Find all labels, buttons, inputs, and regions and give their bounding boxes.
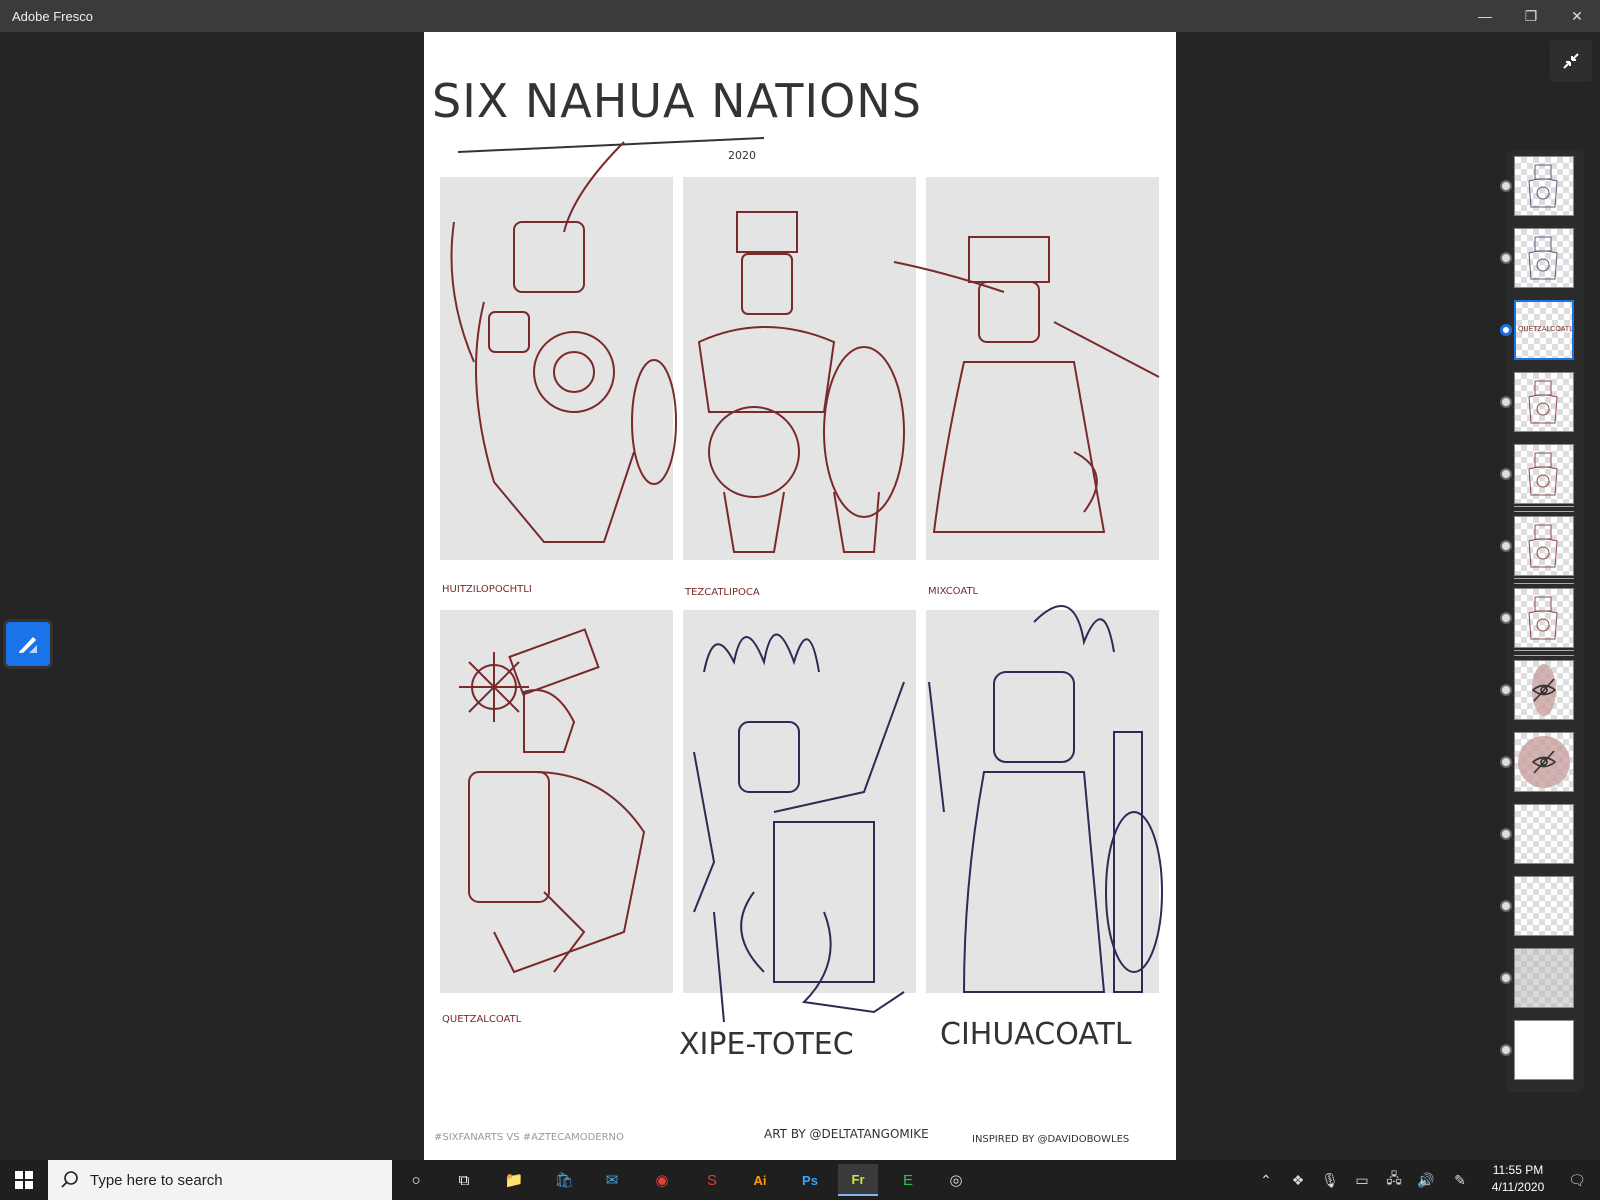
layer-thumbnail[interactable] [1514, 228, 1574, 288]
layer-thumbnail[interactable] [1514, 444, 1574, 504]
layer-thumbnail[interactable] [1514, 588, 1574, 648]
start-button[interactable] [0, 1160, 48, 1200]
layer-visibility-dot[interactable] [1500, 756, 1512, 768]
pen-icon[interactable]: ✎ [1448, 1160, 1472, 1200]
artwork-year: 2020 [728, 149, 756, 162]
layer-visibility-dot[interactable] [1500, 612, 1512, 624]
panel-bg-6 [926, 610, 1159, 993]
minimize-button[interactable]: — [1462, 0, 1508, 32]
fresco-icon[interactable]: Fr [838, 1164, 878, 1196]
footer-hashtags: #SIXFANARTS VS #AZTECAMODERNO [434, 1132, 624, 1143]
notifications-icon[interactable]: 🗨 [1560, 1160, 1594, 1200]
clock-time: 11:55 PM [1492, 1163, 1544, 1177]
app-s-icon[interactable]: S [692, 1164, 732, 1196]
illustrator-icon[interactable]: Ai [740, 1164, 780, 1196]
file-explorer-icon[interactable]: 📁 [494, 1164, 534, 1196]
footer-art-by: ART BY @DELTATANGOMIKE [764, 1127, 929, 1141]
layer-visibility-dot[interactable] [1500, 180, 1512, 192]
microphone-icon[interactable]: 🎙 [1318, 1160, 1342, 1200]
close-button[interactable]: ✕ [1554, 0, 1600, 32]
layer-visibility-dot[interactable] [1500, 540, 1512, 552]
layer-thumbnail[interactable] [1514, 660, 1574, 720]
network-icon[interactable]: 🖧 [1382, 1160, 1406, 1200]
panel-label-3: MIXCOATL [928, 586, 979, 597]
layer-thumbnail[interactable] [1514, 948, 1574, 1008]
app-title: Adobe Fresco [12, 8, 93, 24]
panel-bg-5 [683, 610, 916, 993]
layers-panel: QUETZALCOATL [1500, 150, 1584, 1092]
search-icon [61, 1171, 78, 1188]
panel-bg-2 [683, 177, 916, 560]
footer-inspired-by: INSPIRED BY @DAVIDOBOWLES [972, 1134, 1129, 1145]
layer-thumbnail[interactable] [1514, 372, 1574, 432]
layer-visibility-dot[interactable] [1500, 828, 1512, 840]
layer-thumbnail[interactable]: QUETZALCOATL [1514, 300, 1574, 360]
layer-visibility-dot[interactable] [1500, 900, 1512, 912]
tray-chevron-icon[interactable]: ⌃ [1254, 1160, 1278, 1200]
layer-group-indicator [1514, 506, 1574, 512]
clock[interactable]: 11:55 PM 4/11/2020 [1478, 1162, 1558, 1198]
volume-icon[interactable]: 🔊 [1414, 1160, 1438, 1200]
panel-label-1: HUITZILOPOCHTLI [442, 584, 532, 595]
collapse-view-button[interactable] [1550, 40, 1592, 82]
layer-thumbnail[interactable] [1514, 156, 1574, 216]
layer-visibility-dot[interactable] [1500, 468, 1512, 480]
artwork-svg: SIX NAHUA NATIONS 2020 HUITZILOPOCHTLI T… [432, 74, 1163, 1145]
search-placeholder: Type here to search [90, 1171, 223, 1189]
layer-visibility-dot[interactable] [1500, 1044, 1512, 1056]
title-bar: Adobe Fresco [0, 0, 1600, 32]
layer-thumbnail[interactable] [1514, 876, 1574, 936]
store-icon[interactable]: 🛍 [544, 1164, 584, 1196]
windows-icon [15, 1171, 33, 1189]
layer-visibility-dot[interactable] [1500, 972, 1512, 984]
layer-thumbnail[interactable] [1514, 804, 1574, 864]
clock-date: 4/11/2020 [1491, 1180, 1545, 1194]
layer-thumbnail-text: QUETZALCOATL [1518, 326, 1574, 333]
layer-thumbnail[interactable] [1514, 732, 1574, 792]
layer-visibility-dot[interactable] [1500, 252, 1512, 264]
obs-icon[interactable]: ◎ [936, 1164, 976, 1196]
mail-icon[interactable]: ✉ [592, 1164, 632, 1196]
chrome-icon[interactable]: ◉ [642, 1164, 682, 1196]
panel-label-4: QUETZALCOATL [442, 1014, 522, 1025]
brush-tool-button[interactable] [6, 622, 50, 666]
panel-bg-3 [926, 177, 1159, 560]
battery-icon[interactable]: ▭ [1350, 1160, 1374, 1200]
photoshop-icon[interactable]: Ps [790, 1164, 830, 1196]
artwork-title: SIX NAHUA NATIONS [432, 74, 922, 128]
task-view-icon[interactable]: ⧉ [444, 1164, 484, 1196]
layer-thumbnail[interactable] [1514, 516, 1574, 576]
dropbox-icon[interactable]: ❖ [1286, 1160, 1310, 1200]
layer-visibility-dot[interactable] [1500, 324, 1512, 336]
taskbar-search-box[interactable]: Type here to search [48, 1160, 392, 1200]
layer-group-indicator [1514, 578, 1574, 584]
taskbar: Type here to search ○ ⧉ 📁 🛍 ✉ ◉ S Ai Ps Fr E ◎ ⌃ ❖ … [0, 1160, 1600, 1200]
collapse-icon [1563, 53, 1579, 69]
panel-label-6: CIHUACOATL [940, 1017, 1132, 1052]
layer-thumbnail[interactable] [1514, 1020, 1574, 1080]
artwork-canvas[interactable]: SIX NAHUA NATIONS 2020 HUITZILOPOCHTLI T… [424, 32, 1176, 1160]
layer-visibility-dot[interactable] [1500, 396, 1512, 408]
layer-visibility-dot[interactable] [1500, 684, 1512, 696]
panel-bg-1 [440, 177, 673, 560]
maximize-button[interactable]: ❐ [1508, 0, 1554, 32]
layer-group-indicator [1514, 650, 1574, 656]
evernote-icon[interactable]: E [888, 1164, 928, 1196]
panel-label-5: XIPE-TOTEC [679, 1027, 854, 1062]
cortana-icon[interactable]: ○ [396, 1164, 436, 1196]
brush-icon [19, 637, 37, 653]
panel-label-2: TEZCATLIPOCA [684, 587, 760, 598]
